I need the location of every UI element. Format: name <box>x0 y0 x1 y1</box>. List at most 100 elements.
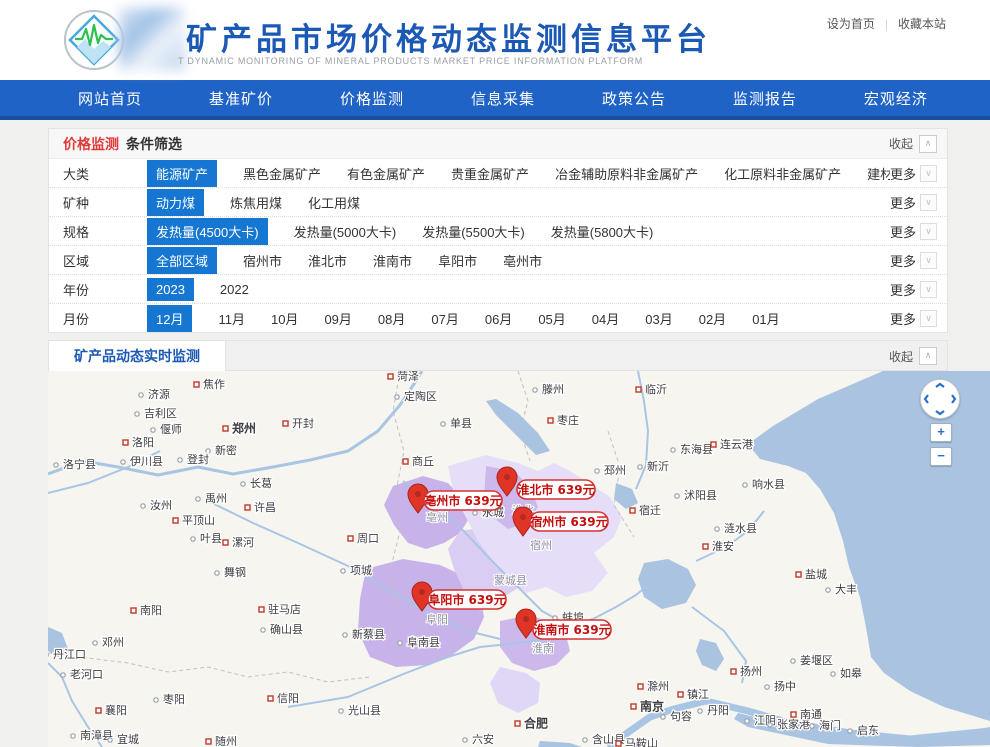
filter-chip-selected[interactable]: 12月 <box>147 305 192 332</box>
filter-chip[interactable]: 淮北市 <box>308 251 347 270</box>
filter-chip[interactable]: 2022 <box>220 282 249 297</box>
filter-chip[interactable]: 05月 <box>538 309 565 328</box>
more-label: 更多 <box>890 164 916 183</box>
filter-chip[interactable]: 04月 <box>592 309 619 328</box>
filter-chip[interactable]: 03月 <box>645 309 672 328</box>
filter-chip[interactable]: 10月 <box>271 309 298 328</box>
nav-item-1[interactable]: 网站首页 <box>78 88 142 109</box>
filter-chip[interactable]: 炼焦用煤 <box>230 193 282 212</box>
map-label: 登封 <box>187 452 209 466</box>
filter-chip[interactable]: 07月 <box>431 309 458 328</box>
nav-item-3[interactable]: 价格监测 <box>340 88 404 109</box>
county-marker-icon <box>191 537 195 541</box>
city-marker-icon <box>173 518 178 523</box>
collapse-label: 收起 <box>889 348 913 365</box>
county-marker-icon <box>151 428 155 432</box>
map-lake <box>696 639 724 671</box>
more-button[interactable]: 更多∨ <box>890 251 937 270</box>
map-collapse-button[interactable]: 收起 ∧ <box>889 347 937 365</box>
filter-chip[interactable]: 冶金辅助原料非金属矿产 <box>555 164 698 183</box>
map-label: 吉利区 <box>144 407 177 420</box>
price-label-1[interactable]: 亳州市 639元 <box>424 491 502 510</box>
nav-item-5[interactable]: 政策公告 <box>602 88 666 109</box>
svg-text:淮南市 639元: 淮南市 639元 <box>533 622 610 637</box>
filter-options: 动力煤 炼焦用煤 化工用煤 <box>147 189 890 216</box>
filter-chip[interactable]: 发热量(5800大卡) <box>551 222 654 241</box>
filter-chip[interactable]: 淮南市 <box>373 251 412 270</box>
city-marker-icon <box>630 508 635 513</box>
more-button[interactable]: 更多∨ <box>890 193 937 212</box>
filter-chip[interactable]: 有色金属矿产 <box>347 164 425 183</box>
filter-chip-selected[interactable]: 全部区域 <box>147 247 217 274</box>
filter-chip[interactable]: 09月 <box>324 309 351 328</box>
more-label: 更多 <box>890 251 916 270</box>
collapse-label: 收起 <box>889 135 913 152</box>
filter-chip[interactable]: 06月 <box>485 309 512 328</box>
filter-chip[interactable]: 08月 <box>378 309 405 328</box>
map-label: 菏泽 <box>397 371 419 383</box>
filter-chip[interactable]: 01月 <box>752 309 779 328</box>
city-marker-icon <box>223 540 228 545</box>
filter-chip[interactable]: 发热量(5500大卡) <box>422 222 525 241</box>
map-zoom-out-button[interactable]: − <box>930 447 952 466</box>
map[interactable]: 焦作济源吉利区偃师郑州开封洛阳新密登封伊川县洛宁县长葛禹州许昌汝州平顶山叶县漯河… <box>48 371 990 747</box>
nav-item-2[interactable]: 基准矿价 <box>209 88 273 109</box>
map-label: 响水县 <box>752 478 785 491</box>
map-label: 启东 <box>857 724 879 737</box>
filter-collapse-button[interactable]: 收起 ∧ <box>889 135 937 153</box>
filter-chip[interactable]: 亳州市 <box>503 251 542 270</box>
map-label: 阜阳 <box>426 613 448 626</box>
nav-item-4[interactable]: 信息采集 <box>471 88 535 109</box>
map-zoom-in-button[interactable]: + <box>930 423 952 442</box>
pan-arrows-icon <box>921 380 959 418</box>
nav-item-7[interactable]: 宏观经济 <box>864 88 928 109</box>
filter-chip-selected[interactable]: 动力煤 <box>147 189 204 216</box>
filter-chip[interactable]: 黑色金属矿产 <box>243 164 321 183</box>
nav-item-6[interactable]: 监测报告 <box>733 88 797 109</box>
filter-chip[interactable]: 11月 <box>218 309 245 328</box>
filter-chip-selected[interactable]: 发热量(4500大卡) <box>147 218 268 245</box>
filter-chip[interactable]: 建材和其它非金属矿产 <box>867 164 890 183</box>
map-label: 漯河 <box>232 536 254 549</box>
county-marker-icon <box>215 571 219 575</box>
filter-chip[interactable]: 化工用煤 <box>308 193 360 212</box>
county-marker-icon <box>135 412 139 416</box>
county-marker-icon <box>398 641 402 645</box>
filter-chip-selected[interactable]: 能源矿产 <box>147 160 217 187</box>
price-label-4[interactable]: 阜阳市 639元 <box>428 590 506 609</box>
more-button[interactable]: 更多∨ <box>890 222 937 241</box>
map-label: 淮安 <box>712 539 734 553</box>
map-section-header: 矿产品动态实时监测 收起 ∧ <box>48 340 948 371</box>
price-label-2[interactable]: 淮北市 639元 <box>517 480 595 499</box>
filter-row-label: 区域 <box>63 251 147 270</box>
map-label: 汝州 <box>150 498 172 512</box>
favorite-link[interactable]: 收藏本站 <box>898 17 946 31</box>
filter-chip[interactable]: 02月 <box>699 309 726 328</box>
filter-chip-selected[interactable]: 2023 <box>147 278 194 301</box>
city-marker-icon <box>711 442 716 447</box>
filter-chip[interactable]: 化工原料非金属矿产 <box>724 164 841 183</box>
map-label: 镇江 <box>687 687 709 701</box>
filter-chip[interactable]: 发热量(5000大卡) <box>294 222 397 241</box>
map-label: 单县 <box>450 417 472 430</box>
map-pan-control[interactable] <box>920 379 960 419</box>
map-label: 蒙城县 <box>494 574 527 587</box>
price-label-5[interactable]: 淮南市 639元 <box>533 620 611 639</box>
price-label-3[interactable]: 宿州市 639元 <box>530 512 608 531</box>
map-label: 合肥 <box>524 716 548 731</box>
more-button[interactable]: 更多∨ <box>890 309 937 328</box>
map-tab-title[interactable]: 矿产品动态实时监测 <box>48 340 226 371</box>
county-marker-icon <box>441 422 445 426</box>
city-marker-icon <box>348 536 353 541</box>
county-marker-icon <box>671 448 675 452</box>
svg-text:阜阳市 639元: 阜阳市 639元 <box>428 592 505 607</box>
more-button[interactable]: 更多∨ <box>890 280 937 299</box>
map-label: 开封 <box>292 416 314 430</box>
map-label: 平顶山 <box>182 514 215 527</box>
filter-chip[interactable]: 宿州市 <box>243 251 282 270</box>
set-home-link[interactable]: 设为首页 <box>827 17 875 31</box>
filter-chip[interactable]: 阜阳市 <box>438 251 477 270</box>
more-button[interactable]: 更多∨ <box>890 164 937 183</box>
filter-chip[interactable]: 贵重金属矿产 <box>451 164 529 183</box>
map-lake <box>486 399 550 455</box>
